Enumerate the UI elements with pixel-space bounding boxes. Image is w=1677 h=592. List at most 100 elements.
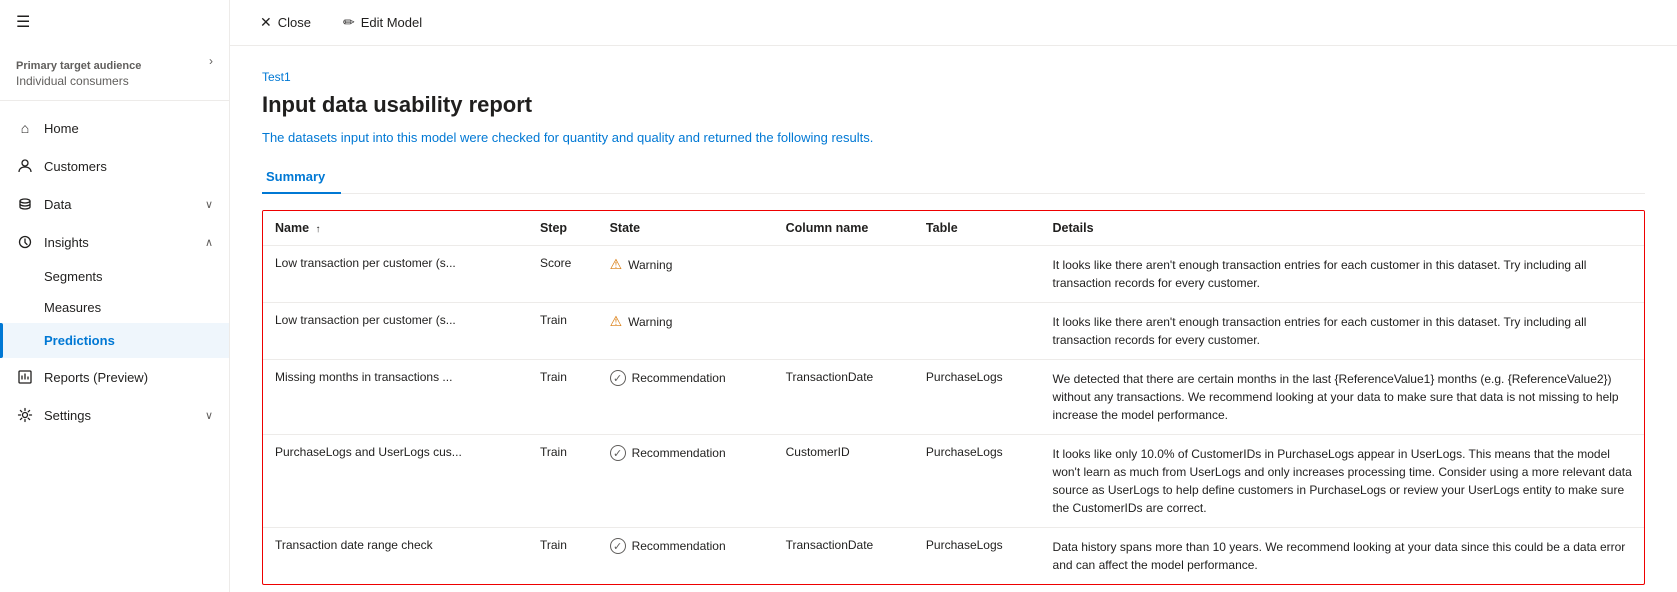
column-header-table[interactable]: Table bbox=[914, 211, 1041, 246]
cell-step: Train bbox=[528, 435, 598, 528]
settings-icon bbox=[16, 406, 34, 424]
column-header-step[interactable]: Step bbox=[528, 211, 598, 246]
cell-details: It looks like only 10.0% of CustomerIDs … bbox=[1041, 435, 1644, 528]
cell-table: PurchaseLogs bbox=[914, 360, 1041, 435]
warning-icon: ⚠ bbox=[610, 256, 623, 273]
sidebar-header: Primary target audience Individual consu… bbox=[0, 44, 229, 101]
sidebar-item-measures[interactable]: Measures bbox=[0, 292, 229, 323]
cell-table: PurchaseLogs bbox=[914, 528, 1041, 585]
data-table-wrapper: Name ↑ Step State Column name Table Deta… bbox=[262, 210, 1645, 585]
cell-state: ⚠ Warning bbox=[598, 246, 774, 303]
sidebar-item-customers[interactable]: Customers bbox=[0, 147, 229, 185]
cell-details: Data history spans more than 10 years. W… bbox=[1041, 528, 1644, 585]
cell-table: PurchaseLogs bbox=[914, 435, 1041, 528]
state-label: Warning bbox=[628, 315, 672, 329]
sidebar-label-home: Home bbox=[44, 121, 213, 136]
insights-expand-icon: ∧ bbox=[205, 236, 213, 249]
state-label: Warning bbox=[628, 258, 672, 272]
sidebar-label-settings: Settings bbox=[44, 408, 195, 423]
cell-step: Score bbox=[528, 246, 598, 303]
sidebar-item-settings[interactable]: Settings ∨ bbox=[0, 396, 229, 434]
cell-column-name bbox=[774, 303, 914, 360]
cell-name: PurchaseLogs and UserLogs cus... bbox=[263, 435, 528, 528]
edit-label: Edit Model bbox=[361, 15, 422, 30]
cell-details: It looks like there aren't enough transa… bbox=[1041, 303, 1644, 360]
table-row: Low transaction per customer (s...Score⚠… bbox=[263, 246, 1644, 303]
data-expand-icon: ∨ bbox=[205, 198, 213, 211]
hamburger-menu[interactable]: ☰ bbox=[0, 0, 229, 44]
edit-model-button[interactable]: ✏ Edit Model bbox=[337, 10, 428, 35]
recommendation-icon: ✓ bbox=[610, 445, 626, 461]
cell-details: It looks like there aren't enough transa… bbox=[1041, 246, 1644, 303]
table-row: Transaction date range checkTrain ✓ Recomm… bbox=[263, 528, 1644, 585]
main-content: ✕ Close ✏ Edit Model Test1 Input data us… bbox=[230, 0, 1677, 592]
sort-icon: ↑ bbox=[316, 224, 321, 235]
sidebar-item-home[interactable]: ⌂ Home bbox=[0, 109, 229, 147]
state-label: Recommendation bbox=[632, 539, 726, 553]
home-icon: ⌂ bbox=[16, 119, 34, 137]
cell-column-name: CustomerID bbox=[774, 435, 914, 528]
secondary-audience-label: Individual consumers › bbox=[16, 74, 213, 88]
cell-table bbox=[914, 303, 1041, 360]
sidebar-label-data: Data bbox=[44, 197, 195, 212]
edit-icon: ✏ bbox=[343, 14, 355, 31]
table-row: Missing months in transactions ...Train✓… bbox=[263, 360, 1644, 435]
sidebar-item-reports[interactable]: Reports (Preview) bbox=[0, 358, 229, 396]
state-label: Recommendation bbox=[632, 371, 726, 385]
tab-bar: Summary bbox=[262, 161, 1645, 194]
state-label: Recommendation bbox=[632, 446, 726, 460]
cell-state: ✓ Recommendation bbox=[598, 528, 774, 585]
cell-column-name bbox=[774, 246, 914, 303]
sidebar-label-customers: Customers bbox=[44, 159, 213, 174]
cell-step: Train bbox=[528, 303, 598, 360]
cell-state: ⚠ Warning bbox=[598, 303, 774, 360]
page-content: Test1 Input data usability report The da… bbox=[230, 46, 1677, 592]
column-header-state[interactable]: State bbox=[598, 211, 774, 246]
cell-name: Low transaction per customer (s... bbox=[263, 303, 528, 360]
cell-step: Train bbox=[528, 528, 598, 585]
column-header-name[interactable]: Name ↑ bbox=[263, 211, 528, 246]
sidebar-label-predictions: Predictions bbox=[44, 333, 213, 348]
close-button[interactable]: ✕ Close bbox=[254, 10, 317, 35]
table-row: Low transaction per customer (s...Train⚠… bbox=[263, 303, 1644, 360]
cell-details: We detected that there are certain month… bbox=[1041, 360, 1644, 435]
primary-audience-label: Primary target audience bbox=[16, 60, 213, 72]
tab-summary[interactable]: Summary bbox=[262, 161, 341, 194]
close-icon: ✕ bbox=[260, 14, 272, 31]
cell-state: ✓ Recommendation bbox=[598, 435, 774, 528]
sidebar-item-data[interactable]: Data ∨ bbox=[0, 185, 229, 223]
cell-column-name: TransactionDate bbox=[774, 528, 914, 585]
sidebar-navigation: ⌂ Home Customers Data ∨ Insights ∧ Segme… bbox=[0, 101, 229, 592]
sidebar-item-insights[interactable]: Insights ∧ bbox=[0, 223, 229, 261]
recommendation-icon: ✓ bbox=[610, 538, 626, 554]
page-title: Input data usability report bbox=[262, 92, 1645, 118]
breadcrumb[interactable]: Test1 bbox=[262, 70, 1645, 84]
close-label: Close bbox=[278, 15, 311, 30]
cell-table bbox=[914, 246, 1041, 303]
cell-step: Train bbox=[528, 360, 598, 435]
sidebar-label-insights: Insights bbox=[44, 235, 195, 250]
data-table: Name ↑ Step State Column name Table Deta… bbox=[263, 211, 1644, 584]
topbar: ✕ Close ✏ Edit Model bbox=[230, 0, 1677, 46]
cell-name: Transaction date range check bbox=[263, 528, 528, 585]
cell-name: Low transaction per customer (s... bbox=[263, 246, 528, 303]
sidebar-item-predictions[interactable]: Predictions bbox=[0, 323, 229, 358]
table-row: PurchaseLogs and UserLogs cus...Train ✓ Re… bbox=[263, 435, 1644, 528]
data-icon bbox=[16, 195, 34, 213]
header-chevron-icon[interactable]: › bbox=[209, 54, 213, 68]
column-header-details[interactable]: Details bbox=[1041, 211, 1644, 246]
insights-icon bbox=[16, 233, 34, 251]
cell-state: ✓ Recommendation bbox=[598, 360, 774, 435]
cell-name: Missing months in transactions ... bbox=[263, 360, 528, 435]
sidebar: ☰ Primary target audience Individual con… bbox=[0, 0, 230, 592]
warning-icon: ⚠ bbox=[610, 313, 623, 330]
table-header-row: Name ↑ Step State Column name Table Deta… bbox=[263, 211, 1644, 246]
recommendation-icon: ✓ bbox=[610, 370, 626, 386]
page-description: The datasets input into this model were … bbox=[262, 130, 1645, 145]
cell-column-name: TransactionDate bbox=[774, 360, 914, 435]
customers-icon bbox=[16, 157, 34, 175]
column-header-column-name[interactable]: Column name bbox=[774, 211, 914, 246]
settings-expand-icon: ∨ bbox=[205, 409, 213, 422]
reports-icon bbox=[16, 368, 34, 386]
sidebar-item-segments[interactable]: Segments bbox=[0, 261, 229, 292]
